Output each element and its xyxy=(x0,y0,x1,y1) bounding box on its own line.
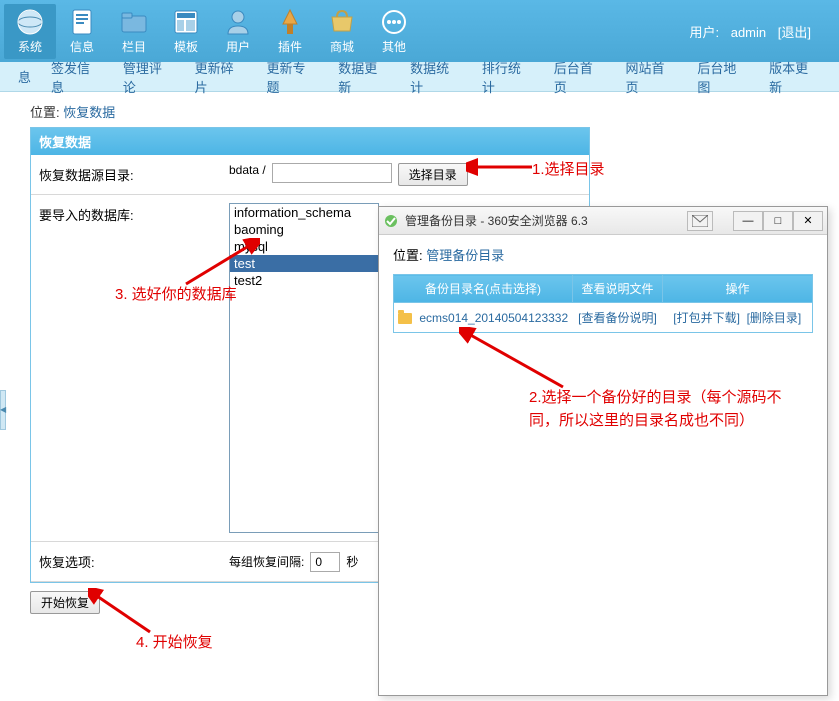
nav-label: 其他 xyxy=(382,38,406,55)
nav-label: 用户 xyxy=(226,38,250,55)
nav-plugin[interactable]: 插件 xyxy=(264,4,316,59)
nav-column[interactable]: 栏目 xyxy=(108,4,160,59)
mail-button[interactable] xyxy=(687,211,713,231)
logout-link[interactable]: [退出] xyxy=(778,25,811,40)
breadcrumb-link[interactable]: 恢复数据 xyxy=(63,105,115,120)
subnav-item[interactable]: 数据更新 xyxy=(328,58,400,96)
pack-download-link[interactable]: [打包并下载] xyxy=(673,311,740,325)
popup-window: 管理备份目录 - 360安全浏览器 6.3 — □ ✕ 位置: 管理备份目录 备… xyxy=(378,206,828,696)
subnav-item[interactable]: 后台地图 xyxy=(687,58,759,96)
subnav-item[interactable]: 数据统计 xyxy=(400,58,472,96)
database-listbox[interactable]: information_schema baoming mysql test te… xyxy=(229,203,379,533)
subnav-item[interactable]: 版本更新 xyxy=(759,58,831,96)
user-label: 用户: xyxy=(689,25,719,40)
th-view: 查看说明文件 xyxy=(573,275,663,303)
panel-header: 恢复数据 xyxy=(31,128,589,155)
start-restore-button[interactable]: 开始恢复 xyxy=(30,591,100,614)
minimize-button[interactable]: — xyxy=(733,211,763,231)
row-source-dir: 恢复数据源目录: bdata / 选择目录 xyxy=(31,155,589,195)
interval-input[interactable] xyxy=(310,552,340,572)
nav-label: 商城 xyxy=(330,38,354,55)
subnav-item[interactable]: 管理评论 xyxy=(113,58,185,96)
nav-other[interactable]: 其他 xyxy=(368,4,420,59)
nav-label: 插件 xyxy=(278,38,302,55)
list-item[interactable]: test xyxy=(230,255,378,272)
other-icon xyxy=(380,8,408,36)
nav-label: 模板 xyxy=(174,38,198,55)
th-ops: 操作 xyxy=(663,275,813,303)
options-label: 恢复选项: xyxy=(31,542,221,581)
nav-template[interactable]: 模板 xyxy=(160,4,212,59)
top-nav: 系统 信息 栏目 模板 用户 插件 商城 xyxy=(0,0,839,62)
subnav-item[interactable]: 签发信息 xyxy=(41,58,113,96)
nav-info[interactable]: 信息 xyxy=(56,4,108,59)
nav-label: 系统 xyxy=(18,38,42,55)
popup-bc-link[interactable]: 管理备份目录 xyxy=(426,248,504,263)
nav-user[interactable]: 用户 xyxy=(212,4,264,59)
list-item[interactable]: baoming xyxy=(230,221,378,238)
popup-titlebar[interactable]: 管理备份目录 - 360安全浏览器 6.3 — □ ✕ xyxy=(379,207,827,235)
subnav-item[interactable]: 网站首页 xyxy=(616,58,688,96)
browser-favicon-icon xyxy=(383,213,399,229)
username: admin xyxy=(731,25,766,40)
user-icon xyxy=(224,8,252,36)
bdata-prefix: bdata / xyxy=(229,163,266,177)
nav-shop[interactable]: 商城 xyxy=(316,4,368,59)
list-item[interactable]: mysql xyxy=(230,238,378,255)
globe-icon xyxy=(16,8,44,36)
subnav-item[interactable]: 更新专题 xyxy=(256,58,328,96)
subnav-item[interactable]: 息 xyxy=(8,67,41,86)
list-item[interactable]: information_schema xyxy=(230,204,378,221)
doc-icon xyxy=(68,8,96,36)
annotation-4: 4. 开始恢复 xyxy=(136,631,213,652)
subnav-item[interactable]: 更新碎片 xyxy=(185,58,257,96)
delete-dir-link[interactable]: [删除目录] xyxy=(747,311,802,325)
plugin-icon xyxy=(276,8,304,36)
breadcrumb-label: 位置: xyxy=(30,105,60,120)
database-label: 要导入的数据库: xyxy=(31,195,221,541)
folder-icon xyxy=(398,313,412,324)
breadcrumb: 位置: 恢复数据 xyxy=(30,102,839,121)
view-desc-link[interactable]: [查看备份说明] xyxy=(578,311,657,325)
template-icon xyxy=(172,8,200,36)
folder-icon xyxy=(120,8,148,36)
maximize-button[interactable]: □ xyxy=(763,211,793,231)
th-name: 备份目录名(点击选择) xyxy=(394,275,573,303)
close-button[interactable]: ✕ xyxy=(793,211,823,231)
backup-table: 备份目录名(点击选择) 查看说明文件 操作 ecms014_2014050412… xyxy=(393,274,813,333)
table-row: ecms014_20140504123332 [查看备份说明] [打包并下载] … xyxy=(394,303,813,333)
choose-dir-button[interactable]: 选择目录 xyxy=(398,163,468,186)
backup-dir-link[interactable]: ecms014_20140504123332 xyxy=(419,311,568,325)
subnav-item[interactable]: 排行统计 xyxy=(472,58,544,96)
shop-icon xyxy=(328,8,356,36)
annotation-2: 2.选择一个备份好的目录（每个源码不同，所以这里的目录名成也不同） xyxy=(529,387,809,432)
interval-unit: 秒 xyxy=(346,553,358,570)
popup-bc-label: 位置: xyxy=(393,248,423,263)
nav-label: 栏目 xyxy=(122,38,146,55)
bdata-input[interactable] xyxy=(272,163,392,183)
popup-breadcrumb: 位置: 管理备份目录 xyxy=(393,245,813,264)
list-item[interactable]: test2 xyxy=(230,272,378,289)
nav-label: 信息 xyxy=(70,38,94,55)
source-dir-label: 恢复数据源目录: xyxy=(31,155,221,194)
interval-label: 每组恢复间隔: xyxy=(229,553,304,570)
subnav-item[interactable]: 后台首页 xyxy=(544,58,616,96)
user-info: 用户: admin [退出] xyxy=(685,22,835,41)
sub-nav: 息 签发信息 管理评论 更新碎片 更新专题 数据更新 数据统计 排行统计 后台首… xyxy=(0,62,839,92)
popup-title: 管理备份目录 - 360安全浏览器 6.3 xyxy=(405,212,687,229)
nav-system[interactable]: 系统 xyxy=(4,4,56,59)
